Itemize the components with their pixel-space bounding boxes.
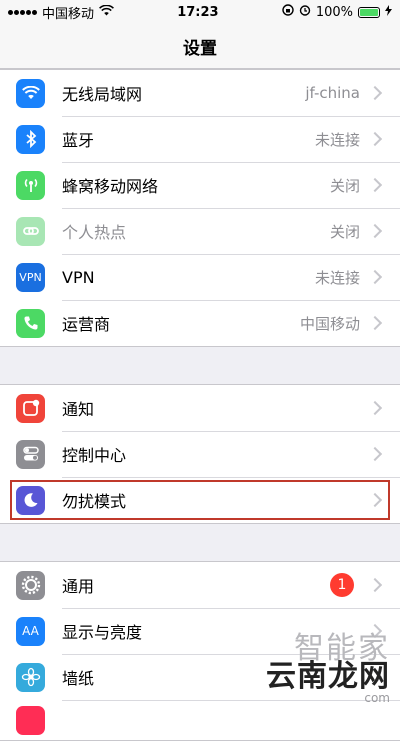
battery-percent: 100% xyxy=(315,4,353,20)
app-icon xyxy=(16,705,45,735)
settings-row-general[interactable]: 通用 1 xyxy=(0,562,400,608)
status-bar: 中国移动 17:23 100% xyxy=(0,0,400,24)
phone-icon xyxy=(16,308,45,338)
settings-group-connectivity: 无线局域网 jf-china 蓝牙 未连接 蜂窝移动网络 关闭 个人热点 关闭 … xyxy=(0,69,400,347)
chevron-right-icon xyxy=(367,446,383,462)
gear-icon xyxy=(16,570,45,600)
wifi-status-icon xyxy=(99,4,114,20)
row-label: 控制中心 xyxy=(62,446,127,465)
moon-icon xyxy=(16,485,45,515)
settings-row-notifications[interactable]: 通知 xyxy=(0,385,400,431)
chevron-right-icon xyxy=(367,269,383,285)
settings-row-hotspot[interactable]: 个人热点 关闭 xyxy=(0,208,400,254)
clock: 17:23 xyxy=(177,4,219,20)
row-value: 未连接 xyxy=(314,130,360,149)
chevron-right-icon xyxy=(367,85,383,101)
carrier-label: 中国移动 xyxy=(42,6,95,22)
wifi-icon xyxy=(16,78,45,108)
charging-icon xyxy=(384,4,392,20)
update-badge: 1 xyxy=(330,573,354,597)
settings-row-wallpaper[interactable]: 墙纸 xyxy=(0,654,400,700)
bluetooth-icon xyxy=(16,124,45,154)
settings-row-wifi[interactable]: 无线局域网 jf-china xyxy=(0,70,400,116)
row-label: 通用 xyxy=(62,577,95,596)
page-title: 设置 xyxy=(0,24,400,69)
row-label: 蓝牙 xyxy=(62,131,95,150)
row-value: jf-china xyxy=(305,84,360,102)
chevron-right-icon xyxy=(367,669,383,685)
settings-row-bluetooth[interactable]: 蓝牙 未连接 xyxy=(0,116,400,162)
row-value: 中国移动 xyxy=(299,314,360,333)
row-label: 显示与亮度 xyxy=(62,623,143,642)
row-label: 墙纸 xyxy=(62,669,95,688)
settings-row-vpn[interactable]: VPN VPN 未连接 xyxy=(0,254,400,300)
row-label: 个人热点 xyxy=(62,223,127,242)
chevron-right-icon xyxy=(367,577,383,593)
vpn-icon: VPN xyxy=(16,262,45,292)
row-label: 运营商 xyxy=(62,315,111,334)
battery-icon xyxy=(357,6,380,18)
row-value: 关闭 xyxy=(329,176,360,195)
flower-icon xyxy=(16,662,45,692)
settings-row-partial[interactable] xyxy=(0,700,400,740)
chevron-right-icon xyxy=(367,492,383,508)
settings-group-general: 通用 1 AA 显示与亮度 墙纸 xyxy=(0,561,400,741)
settings-group-system: 通知 控制中心 勿扰模式 xyxy=(0,384,400,524)
control-center-icon xyxy=(16,439,45,469)
row-label: VPN xyxy=(62,267,95,287)
chevron-right-icon xyxy=(367,400,383,416)
chevron-right-icon xyxy=(367,177,383,193)
signal-icon xyxy=(8,9,37,15)
row-value: 未连接 xyxy=(314,268,360,287)
row-label: 通知 xyxy=(62,400,95,419)
cellular-icon xyxy=(16,170,45,200)
settings-row-do-not-disturb[interactable]: 勿扰模式 xyxy=(0,477,400,523)
chevron-right-icon xyxy=(367,131,383,147)
row-label: 勿扰模式 xyxy=(62,492,127,511)
chevron-right-icon xyxy=(367,623,383,639)
chevron-right-icon xyxy=(367,315,383,331)
rotation-lock-icon xyxy=(282,4,294,20)
settings-row-cellular[interactable]: 蜂窝移动网络 关闭 xyxy=(0,162,400,208)
alarm-icon xyxy=(299,4,311,20)
settings-row-carrier[interactable]: 运营商 中国移动 xyxy=(0,300,400,346)
row-value: 关闭 xyxy=(329,222,360,241)
hotspot-icon xyxy=(16,216,45,246)
settings-row-control-center[interactable]: 控制中心 xyxy=(0,431,400,477)
row-label: 无线局域网 xyxy=(62,85,143,104)
settings-row-display[interactable]: AA 显示与亮度 xyxy=(0,608,400,654)
text-size-icon: AA xyxy=(16,616,45,646)
row-label: 蜂窝移动网络 xyxy=(62,177,159,196)
notification-icon xyxy=(16,393,45,423)
chevron-right-icon xyxy=(367,223,383,239)
